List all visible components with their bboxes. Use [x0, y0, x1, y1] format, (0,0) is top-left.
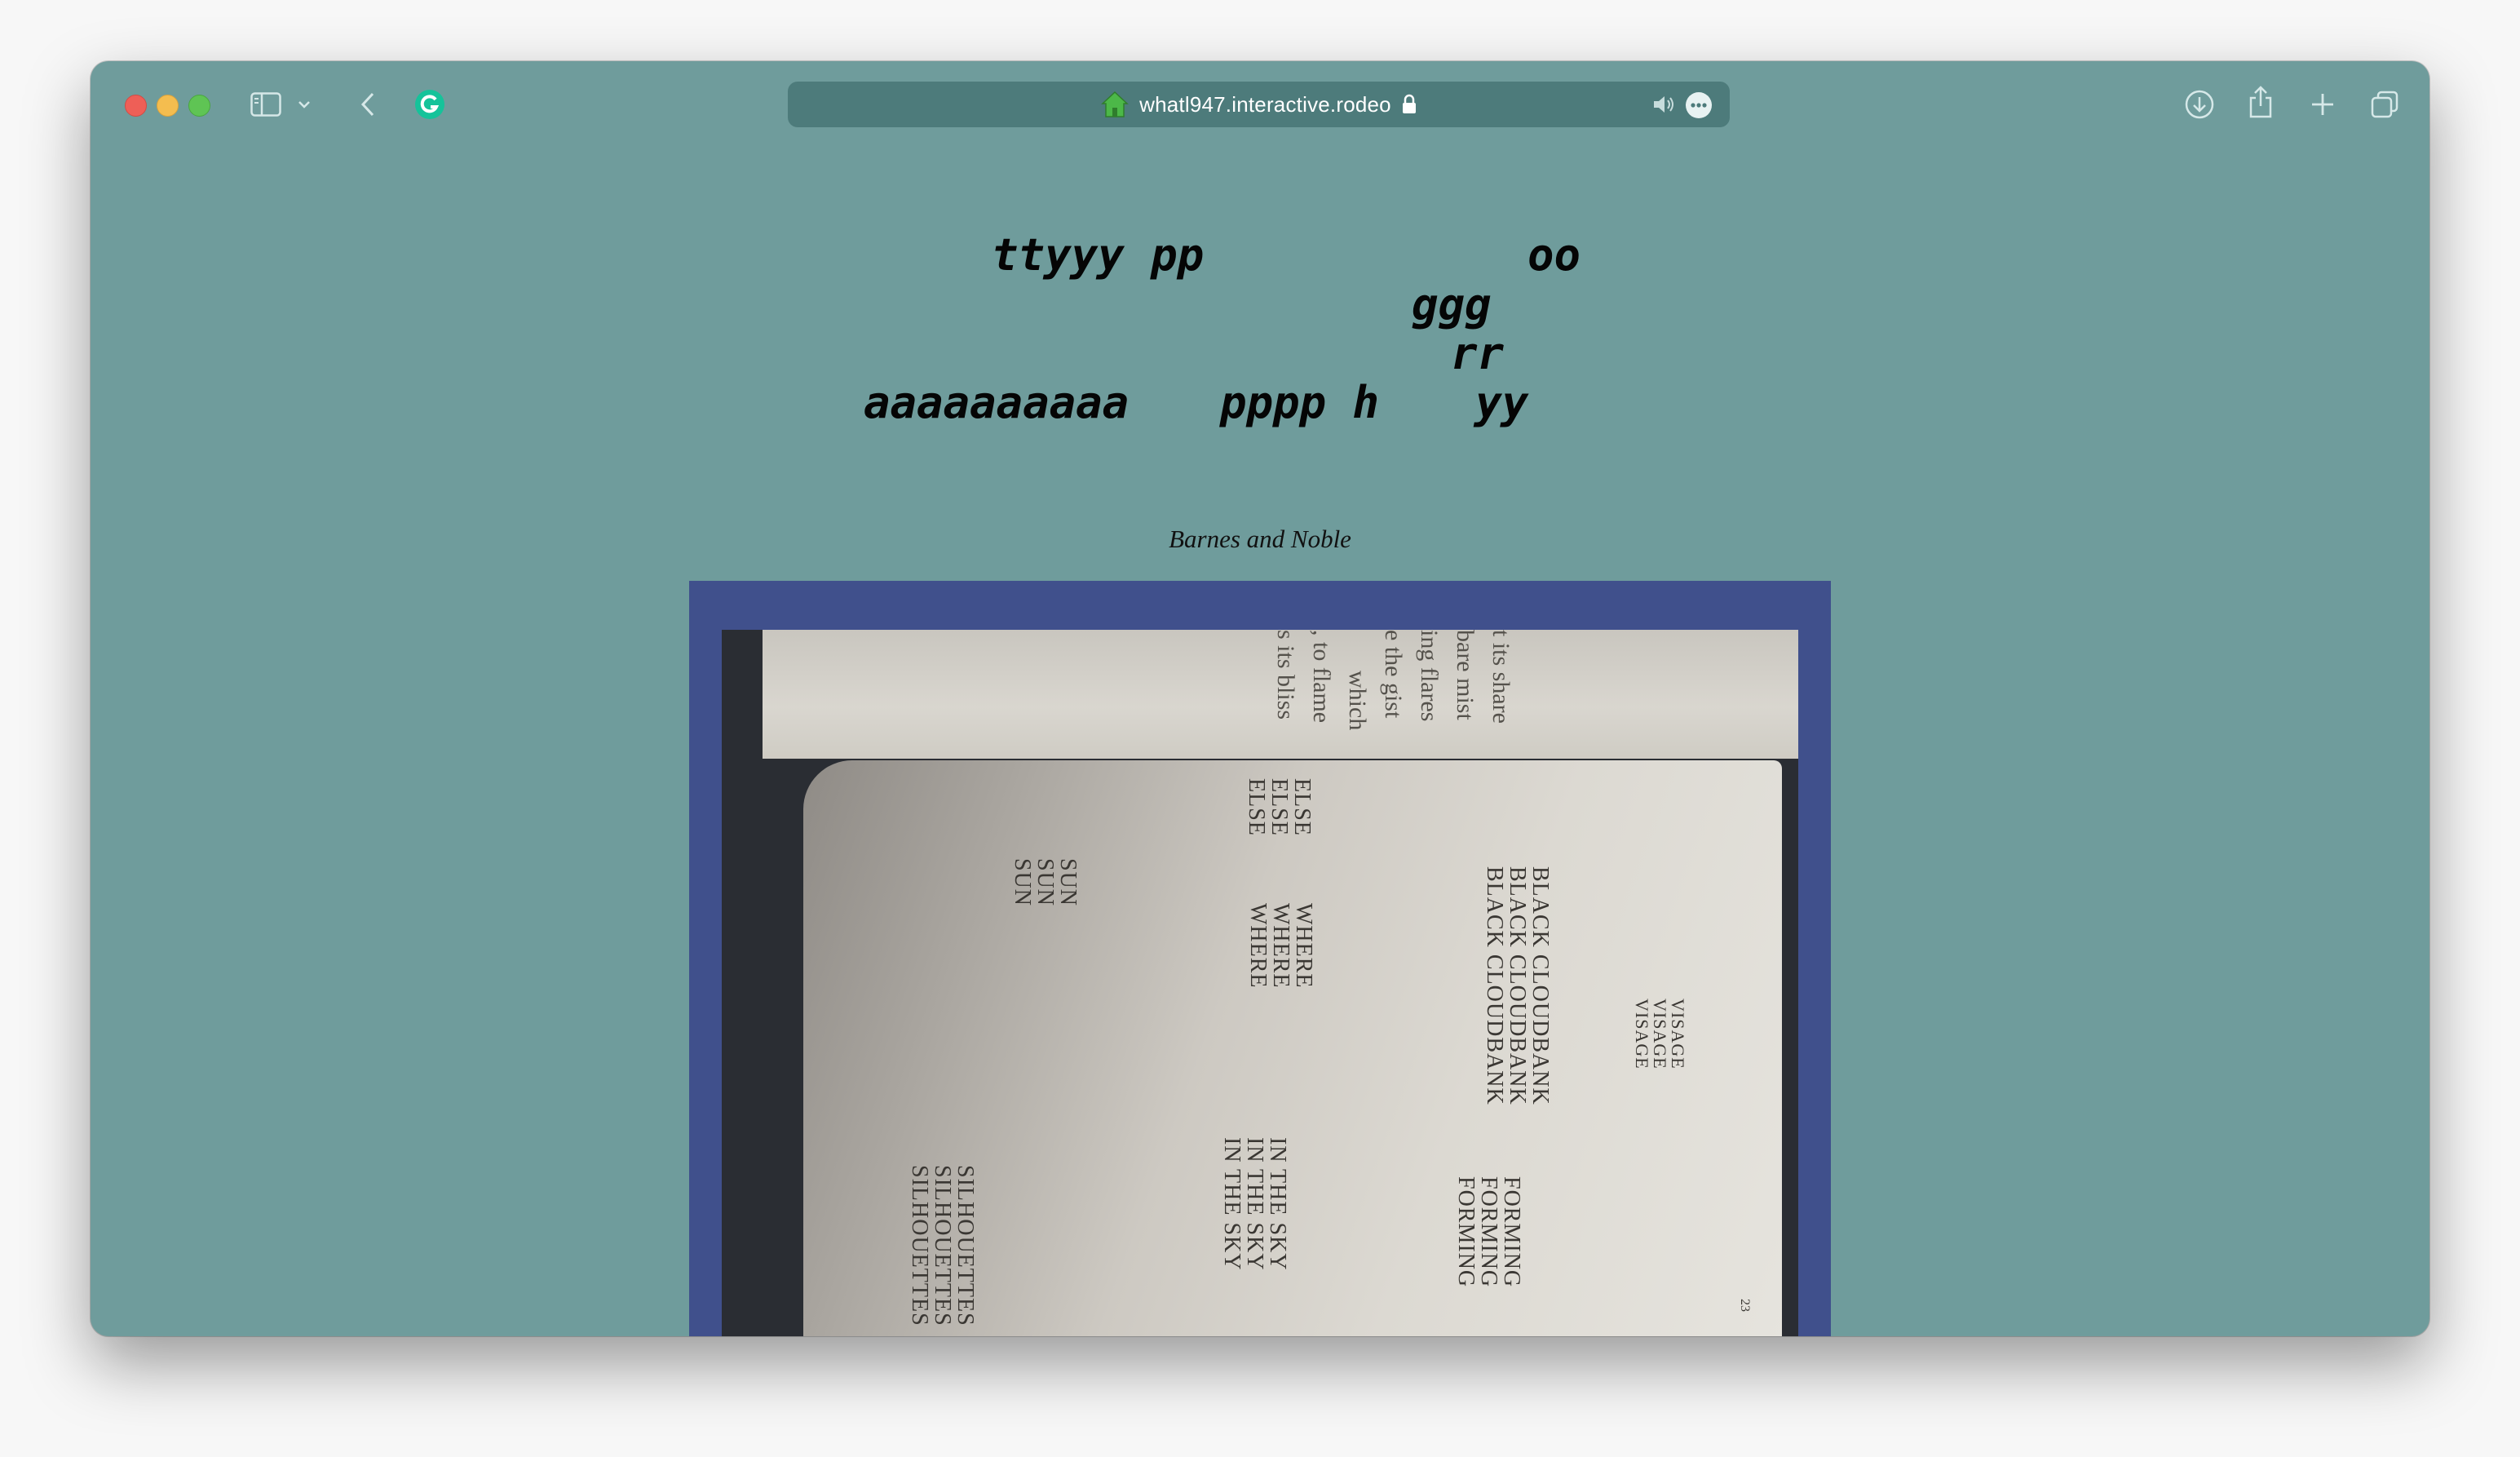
photo-caption: Barnes and Noble	[1169, 525, 1351, 553]
address-bar[interactable]: whatl947.interactive.rodeo	[788, 82, 1730, 127]
poem-line-3: rr	[1451, 328, 1505, 379]
photo-frame: t its share bare mist ing flares e the g…	[689, 581, 1831, 1336]
poem-line-4c: yy	[1475, 377, 1529, 428]
book-word-where: WHERE WHERE WHERE	[1245, 903, 1316, 989]
more-icon[interactable]	[1685, 91, 1713, 119]
speaker-icon[interactable]	[1651, 93, 1677, 116]
browser-toolbar: whatl947.interactive.rodeo	[91, 61, 2429, 148]
poem-line-4a: aaaaaaaaaa	[864, 377, 1130, 428]
home-icon	[1100, 90, 1130, 119]
chevron-down-icon[interactable]	[296, 94, 312, 115]
lock-icon	[1401, 94, 1417, 115]
poem-line-1b: oo	[1527, 229, 1581, 281]
page-content: ttyyy pp oo ggg rr aaaaaaaaaa pppp h yy …	[91, 148, 2429, 1336]
download-icon[interactable]	[2183, 88, 2216, 121]
top-page-line: s its bliss	[1272, 630, 1299, 720]
plus-icon[interactable]	[2308, 90, 2337, 119]
browser-window: whatl947.interactive.rodeo ttyyy pp oo g…	[91, 61, 2429, 1336]
book-word-black-cloudbank: BLACK CLOUDBANK BLACK CLOUDBANK BLACK CL…	[1482, 866, 1553, 1105]
close-window-button[interactable]	[125, 95, 147, 117]
top-page-line: ing flares	[1416, 630, 1443, 722]
book-word-in-the-sky: IN THE SKY IN THE SKY IN THE SKY	[1219, 1137, 1290, 1271]
poem-line-1a: ttyyy pp	[992, 229, 1205, 281]
minimize-window-button[interactable]	[157, 95, 179, 117]
top-page-line: t its share	[1488, 630, 1514, 724]
top-page: t its share bare mist ing flares e the g…	[763, 630, 1798, 759]
sidebar-icon[interactable]	[250, 89, 282, 120]
book-word-else: ELSE ELSE ELSE	[1244, 778, 1315, 836]
book-word-silhouettes: SILHOUETTES SILHOUETTES SILHOUETTES	[907, 1165, 978, 1326]
back-arrow-icon[interactable]	[356, 88, 380, 121]
book-page-number: 23	[1738, 1299, 1752, 1312]
top-page-line: e the gist	[1380, 630, 1407, 719]
zoom-window-button[interactable]	[188, 95, 210, 117]
tabs-icon[interactable]	[2368, 88, 2401, 121]
grammarly-icon[interactable]	[413, 88, 446, 121]
book-word-visage: VISAGE VISAGE VISAGE	[1632, 999, 1688, 1070]
top-page-line: bare mist	[1452, 630, 1479, 720]
url-text: whatl947.interactive.rodeo	[1139, 91, 1391, 117]
book-word-sun: SUN SUN SUN	[1010, 858, 1081, 907]
top-page-line: which	[1344, 671, 1371, 731]
top-page-line: , to flame	[1308, 630, 1335, 724]
book-word-forming: FORMING FORMING FORMING	[1453, 1176, 1524, 1288]
book-photo: t its share bare mist ing flares e the g…	[722, 630, 1798, 1336]
share-icon[interactable]	[2246, 84, 2275, 120]
poem-line-4b: pppp h	[1220, 377, 1380, 428]
poem-line-2: ggg	[1412, 279, 1492, 330]
